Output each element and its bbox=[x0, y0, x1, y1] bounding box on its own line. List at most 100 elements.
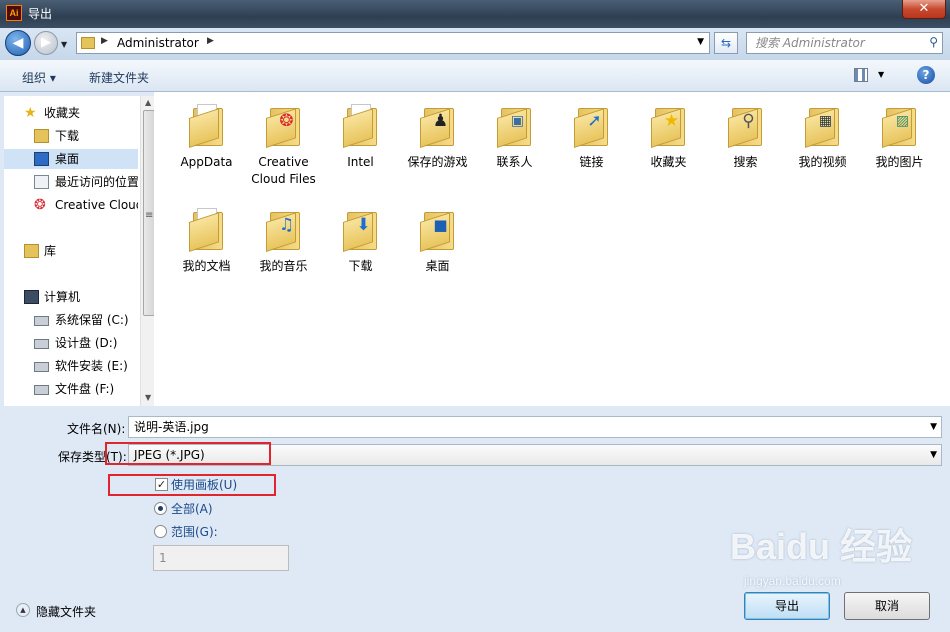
file-tile-creative-cloud-files[interactable]: ❂ Creative Cloud Files bbox=[245, 102, 322, 188]
breadcrumb-administrator[interactable]: Administrator bbox=[117, 36, 199, 50]
file-tile-my-documents[interactable]: 我的文档 bbox=[168, 206, 245, 275]
file-label: 保存的游戏 bbox=[407, 155, 468, 169]
range-radio[interactable] bbox=[154, 525, 167, 538]
file-label: 联系人 bbox=[496, 155, 533, 169]
nav-computer[interactable]: 计算机 bbox=[4, 287, 138, 307]
file-label: 我的视频 bbox=[798, 155, 847, 169]
nav-drive-d[interactable]: 设计盘 (D:) bbox=[4, 333, 138, 353]
download-folder-icon bbox=[34, 129, 49, 143]
help-icon[interactable]: ? bbox=[917, 66, 935, 84]
star-icon: ★ bbox=[650, 102, 687, 148]
close-button[interactable]: ✕ bbox=[902, 0, 946, 19]
file-tile-intel[interactable]: Intel bbox=[322, 102, 399, 171]
file-tile-saved-games[interactable]: ♟ 保存的游戏 bbox=[399, 102, 476, 171]
navigation-pane: ★ 收藏夹 下载 桌面 最近访问的位置 ❂ Creative Cloud 库 计… bbox=[4, 96, 156, 406]
file-label: 搜索 bbox=[733, 155, 758, 169]
filename-field[interactable]: 说明-英语.jpg ▼ bbox=[128, 416, 942, 438]
link-arrow-icon: ➚ bbox=[573, 102, 610, 148]
nav-item-downloads[interactable]: 下载 bbox=[4, 126, 138, 146]
file-tile-contacts[interactable]: ▣ 联系人 bbox=[476, 102, 553, 171]
nav-label: 计算机 bbox=[44, 290, 81, 304]
chevron-down-icon[interactable]: ▼ bbox=[930, 417, 937, 437]
command-toolbar: 组织 ▾ 新建文件夹 ▼ ? bbox=[0, 60, 950, 92]
file-tile-desktop[interactable]: ■ 桌面 bbox=[399, 206, 476, 275]
chevron-right-icon[interactable]: ▶ bbox=[101, 36, 108, 46]
computer-icon bbox=[24, 290, 39, 304]
chevron-down-icon[interactable]: ▼ bbox=[697, 37, 704, 47]
cancel-button[interactable]: 取消 bbox=[844, 592, 930, 620]
file-label: Intel bbox=[347, 155, 374, 169]
nav-label: Creative Cloud bbox=[55, 198, 138, 212]
chevron-right-icon[interactable]: ▶ bbox=[207, 36, 214, 46]
baidu-watermark: Baidu 经验 jingyan.baidu.com bbox=[730, 518, 920, 588]
highlight-box-filetype bbox=[105, 442, 271, 465]
nav-label: 收藏夹 bbox=[44, 106, 81, 120]
search-icon[interactable]: ⚲ bbox=[929, 35, 938, 49]
scroll-down-arrow-icon[interactable]: ▼ bbox=[145, 393, 151, 402]
file-tile-searches[interactable]: ⚲ 搜索 bbox=[707, 102, 784, 171]
chess-icon: ♟ bbox=[419, 102, 456, 148]
recent-pages-dropdown[interactable]: ▼ bbox=[61, 40, 67, 49]
file-tile-links[interactable]: ➚ 链接 bbox=[553, 102, 630, 171]
nav-item-creative-cloud[interactable]: ❂ Creative Cloud bbox=[4, 195, 138, 215]
nav-item-recent-places[interactable]: 最近访问的位置 bbox=[4, 172, 138, 192]
drive-icon bbox=[34, 316, 49, 326]
picture-icon: ▨ bbox=[881, 102, 918, 148]
filename-label: 文件名(N): bbox=[67, 422, 126, 436]
desktop-icon bbox=[34, 152, 49, 166]
nav-drive-e[interactable]: 软件安装 (E:) bbox=[4, 356, 138, 376]
nav-favorites[interactable]: ★ 收藏夹 bbox=[4, 103, 138, 123]
nav-label: 桌面 bbox=[55, 152, 80, 166]
grip-icon: ≡ bbox=[145, 210, 154, 221]
chevron-down-icon[interactable]: ▼ bbox=[930, 445, 937, 465]
back-button[interactable]: ◀ bbox=[5, 30, 31, 56]
scroll-up-arrow-icon[interactable]: ▲ bbox=[145, 98, 151, 107]
file-tile-downloads[interactable]: ⬇ 下载 bbox=[322, 206, 399, 275]
search-input[interactable] bbox=[747, 33, 917, 53]
filename-value[interactable]: 说明-英语.jpg bbox=[134, 420, 209, 434]
file-tile-appdata[interactable]: AppData bbox=[168, 102, 245, 171]
refresh-button[interactable]: ⇆ bbox=[714, 32, 738, 54]
nav-drive-c[interactable]: 系统保留 (C:) bbox=[4, 310, 138, 330]
file-tile-my-videos[interactable]: ▦ 我的视频 bbox=[784, 102, 861, 171]
range-radio-label[interactable]: 范围(G): bbox=[171, 523, 218, 540]
illustrator-app-icon: Ai bbox=[6, 5, 22, 21]
address-field[interactable]: ▶ Administrator ▶ ▼ bbox=[76, 32, 710, 54]
file-label: 收藏夹 bbox=[650, 155, 687, 169]
organize-menu[interactable]: 组织 ▾ bbox=[22, 69, 56, 86]
chevron-up-icon[interactable]: ▲ bbox=[16, 603, 30, 617]
file-tile-my-music[interactable]: ♫ 我的音乐 bbox=[245, 206, 322, 275]
new-folder-button[interactable]: 新建文件夹 bbox=[89, 69, 149, 86]
view-options-icon[interactable] bbox=[854, 68, 868, 82]
forward-button[interactable]: ▶ bbox=[34, 31, 58, 55]
recent-places-icon bbox=[34, 175, 49, 189]
all-radio[interactable] bbox=[154, 502, 167, 515]
drive-icon bbox=[34, 362, 49, 372]
download-icon: ⬇ bbox=[342, 206, 379, 252]
file-label: 我的音乐 bbox=[259, 259, 308, 273]
range-input[interactable]: 1 bbox=[153, 545, 289, 571]
nav-label: 文件盘 (F:) bbox=[55, 382, 115, 396]
desktop-icon: ■ bbox=[419, 206, 456, 252]
file-label: AppData bbox=[180, 155, 233, 169]
nav-drive-f[interactable]: 文件盘 (F:) bbox=[4, 379, 138, 399]
file-tile-favorites[interactable]: ★ 收藏夹 bbox=[630, 102, 707, 171]
nav-libraries[interactable]: 库 bbox=[4, 241, 138, 261]
file-tile-my-pictures[interactable]: ▨ 我的图片 bbox=[861, 102, 938, 171]
file-label: 桌面 bbox=[425, 259, 450, 273]
nav-label: 设计盘 (D:) bbox=[55, 336, 118, 350]
search-icon: ⚲ bbox=[727, 102, 764, 148]
all-radio-label[interactable]: 全部(A) bbox=[171, 500, 213, 517]
nav-label: 软件安装 (E:) bbox=[55, 359, 128, 373]
star-icon: ★ bbox=[24, 105, 37, 121]
chevron-down-icon[interactable]: ▼ bbox=[878, 70, 884, 79]
hide-folders-label[interactable]: 隐藏文件夹 bbox=[36, 603, 96, 620]
drive-icon bbox=[34, 385, 49, 395]
file-list: AppData ❂ Creative Cloud Files Intel ♟ 保… bbox=[154, 92, 950, 406]
file-label: 下载 bbox=[348, 259, 373, 273]
file-label: Creative Cloud Files bbox=[251, 155, 316, 186]
nav-item-desktop[interactable]: 桌面 bbox=[4, 149, 138, 169]
file-label: 我的文档 bbox=[182, 259, 231, 273]
search-box[interactable]: ⚲ bbox=[746, 32, 943, 54]
export-button[interactable]: 导出 bbox=[744, 592, 830, 620]
